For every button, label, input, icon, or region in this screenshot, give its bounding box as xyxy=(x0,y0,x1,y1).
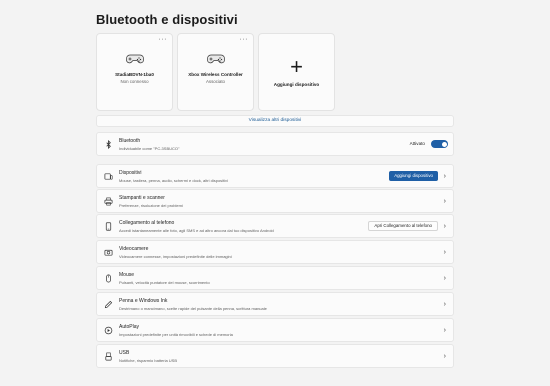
row-description: Preferenze, risoluzione dei problemi xyxy=(119,202,183,208)
add-device-label: Aggiungi dispositivo xyxy=(273,82,320,87)
add-device-card[interactable]: + Aggiungi dispositivo xyxy=(258,33,335,111)
device-card[interactable]: ··· Xbox Wireless Controller Associato xyxy=(177,33,254,111)
chevron-right-icon: › xyxy=(443,249,446,256)
row-usb[interactable]: USB Notifiche, risparmio batteria USB › xyxy=(96,344,454,368)
row-description: Individuabile come "PC-3SBUCO" xyxy=(119,145,180,151)
view-more-devices-link[interactable]: Visualizza altri dispositivi xyxy=(96,115,454,127)
camera-icon xyxy=(104,248,113,257)
device-cards: ··· StadiaBDVN-1ba0 Non connesso ··· Xbo… xyxy=(96,33,335,111)
row-videocamere[interactable]: Videocamere Videocamere connesse, impost… xyxy=(96,240,454,264)
row-description: Impostazioni predefinite per unità rimov… xyxy=(119,331,233,337)
row-title: Videocamere xyxy=(119,246,149,252)
row-autoplay[interactable]: AutoPlay Impostazioni predefinite per un… xyxy=(96,318,454,342)
row-title: USB xyxy=(119,350,130,356)
usb-icon xyxy=(104,352,113,361)
row-dispositivi[interactable]: Dispositivi Mouse, tastiera, penna, audi… xyxy=(96,164,454,188)
device-card[interactable]: ··· StadiaBDVN-1ba0 Non connesso xyxy=(96,33,173,111)
device-name: StadiaBDVN-1ba0 xyxy=(115,72,154,77)
chevron-right-icon: › xyxy=(443,223,446,230)
bluetooth-toggle[interactable] xyxy=(431,140,448,148)
chevron-right-icon: › xyxy=(443,275,446,282)
row-title: Mouse xyxy=(119,272,135,278)
chevron-right-icon: › xyxy=(443,353,446,360)
more-options-icon[interactable]: ··· xyxy=(240,36,249,43)
chevron-right-icon: › xyxy=(443,301,446,308)
row-title: AutoPlay xyxy=(119,324,140,330)
phone-icon xyxy=(104,222,113,231)
row-title: Penna e Windows Ink xyxy=(119,298,168,304)
toggle-knob xyxy=(441,141,447,147)
bluetooth-row[interactable]: Bluetooth Individuabile come "PC-3SBUCO"… xyxy=(96,132,454,156)
chevron-right-icon: › xyxy=(443,198,446,205)
gamepad-icon xyxy=(125,54,144,64)
toggle-state-label: Attivato xyxy=(409,141,425,146)
autoplay-icon xyxy=(104,326,113,335)
row-stampanti[interactable]: Stampanti e scanner Preferenze, risoluzi… xyxy=(96,189,454,213)
device-status: Associato xyxy=(205,79,226,84)
row-description: Videocamere connesse, impostazioni prede… xyxy=(119,253,232,259)
gamepad-icon xyxy=(206,54,225,64)
open-phone-link-button[interactable]: Apri Collegamento al telefono xyxy=(368,221,438,231)
row-title: Collegamento al telefono xyxy=(119,220,175,226)
chevron-right-icon: › xyxy=(443,173,446,180)
row-description: Destrimano o mancimano, scelte rapide de… xyxy=(119,305,267,311)
pen-icon xyxy=(104,300,113,309)
page-title: Bluetooth e dispositivi xyxy=(96,12,238,27)
printer-icon xyxy=(104,197,113,206)
bluetooth-icon xyxy=(104,140,113,149)
row-title: Dispositivi xyxy=(119,170,142,176)
row-description: Notifiche, risparmio batteria USB xyxy=(119,357,178,363)
keyboard-devices-icon xyxy=(104,172,113,181)
row-description: Mouse, tastiera, penna, audio, schermi e… xyxy=(119,177,228,183)
row-mouse[interactable]: Mouse Pulsanti, velocità puntatore del m… xyxy=(96,266,454,290)
row-description: Accedi istantaneamente alle foto, agli S… xyxy=(119,227,274,233)
mouse-icon xyxy=(104,274,113,283)
row-penna[interactable]: Penna e Windows Ink Destrimano o mancima… xyxy=(96,292,454,316)
plus-icon: + xyxy=(290,54,303,79)
chevron-right-icon: › xyxy=(443,327,446,334)
more-options-icon[interactable]: ··· xyxy=(159,36,168,43)
row-title: Bluetooth xyxy=(119,138,141,144)
add-device-button[interactable]: Aggiungi dispositivo xyxy=(389,171,438,181)
row-telefono[interactable]: Collegamento al telefono Accedi istantan… xyxy=(96,214,454,238)
row-description: Pulsanti, velocità puntatore del mouse, … xyxy=(119,279,210,285)
device-status: Non connesso xyxy=(120,79,149,84)
device-name: Xbox Wireless Controller xyxy=(188,72,243,77)
row-title: Stampanti e scanner xyxy=(119,195,165,201)
